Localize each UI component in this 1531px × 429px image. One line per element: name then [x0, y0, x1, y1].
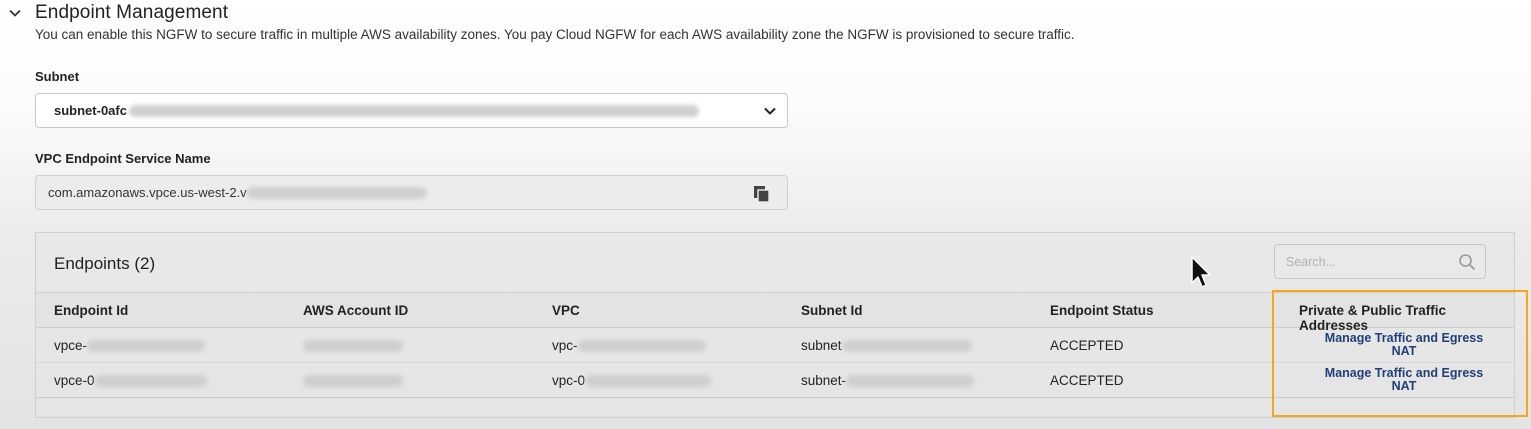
search-input[interactable] — [1275, 245, 1485, 278]
subnet-id-cell: subnet- — [801, 373, 975, 388]
account-id-cell — [303, 338, 403, 353]
redacted-text — [303, 340, 403, 353]
manage-traffic-egress-nat-link[interactable]: Manage Traffic and Egress NAT — [1299, 367, 1509, 393]
vpc-cell: vpc-0 — [552, 373, 712, 388]
endpoint-id-value: vpce- — [54, 338, 88, 353]
link-line-1: Manage Traffic and Egress — [1324, 331, 1484, 345]
endpoints-panel: Endpoints (2) Endpoint Id AWS Account ID… — [35, 232, 1515, 418]
chevron-down-icon — [764, 107, 776, 115]
subnet-id-value: subnet- — [801, 373, 847, 388]
account-id-cell — [303, 373, 403, 388]
subnet-value: subnet-0afc — [54, 103, 127, 118]
endpoint-management-header[interactable]: Endpoint Management — [8, 2, 228, 24]
manage-traffic-egress-nat-link[interactable]: Manage Traffic and Egress NAT — [1299, 332, 1509, 358]
redacted-text — [841, 340, 972, 353]
redacted-text — [585, 375, 712, 388]
endpoints-search[interactable] — [1274, 244, 1486, 279]
endpoint-id-cell: vpce-0 — [54, 373, 207, 388]
endpoint-id-value: vpce-0 — [54, 373, 95, 388]
subnet-label: Subnet — [35, 69, 80, 84]
table-row: vpce- vpc- subnet ACCEPTED Manage Traffi… — [36, 328, 1514, 363]
redacted-text — [87, 340, 206, 353]
redacted-text — [303, 375, 403, 388]
redacted-service-value — [246, 186, 427, 199]
section-description: You can enable this NGFW to secure traff… — [35, 27, 1075, 42]
link-line-2: NAT — [1391, 344, 1417, 358]
endpoints-table: Endpoint Id AWS Account ID VPC Subnet Id… — [36, 292, 1514, 398]
redacted-text — [577, 340, 706, 353]
table-row: vpce-0 vpc-0 subnet- ACCEPTED Manage Tra… — [36, 363, 1514, 398]
copy-icon[interactable] — [753, 185, 771, 203]
link-line-1: Manage Traffic and Egress — [1324, 366, 1484, 380]
section-title: Endpoint Management — [35, 2, 229, 23]
vpc-endpoint-service-field: com.amazonaws.vpce.us-west-2.v — [35, 175, 788, 210]
chevron-down-icon[interactable] — [8, 6, 22, 20]
vpc-value: vpc- — [552, 338, 578, 353]
vpc-value: vpc-0 — [552, 373, 586, 388]
subnet-select[interactable]: subnet-0afc — [35, 93, 788, 128]
vpc-cell: vpc- — [552, 338, 706, 353]
endpoint-id-cell: vpce- — [54, 338, 206, 353]
redacted-subnet-value — [128, 104, 699, 117]
subnet-id-cell: subnet — [801, 338, 972, 353]
vpc-endpoint-service-value: com.amazonaws.vpce.us-west-2.v — [48, 185, 247, 200]
endpoint-status-cell: ACCEPTED — [1050, 338, 1124, 353]
subnet-id-value: subnet — [801, 338, 842, 353]
table-header: Endpoint Id AWS Account ID VPC Subnet Id… — [36, 292, 1514, 333]
search-icon[interactable] — [1458, 253, 1476, 271]
column-header-endpoint-id[interactable]: Endpoint Id — [54, 303, 128, 318]
redacted-text — [846, 375, 975, 388]
column-header-subnet-id[interactable]: Subnet Id — [801, 303, 863, 318]
column-header-aws-account-id[interactable]: AWS Account ID — [303, 303, 408, 318]
endpoints-title: Endpoints (2) — [54, 254, 156, 273]
column-header-vpc[interactable]: VPC — [552, 303, 580, 318]
mouse-cursor-icon — [1191, 256, 1211, 288]
vpc-endpoint-service-label: VPC Endpoint Service Name — [35, 151, 211, 166]
redacted-text — [94, 375, 207, 388]
column-header-endpoint-status[interactable]: Endpoint Status — [1050, 303, 1154, 318]
endpoint-status-cell: ACCEPTED — [1050, 373, 1124, 388]
link-line-2: NAT — [1391, 379, 1417, 393]
